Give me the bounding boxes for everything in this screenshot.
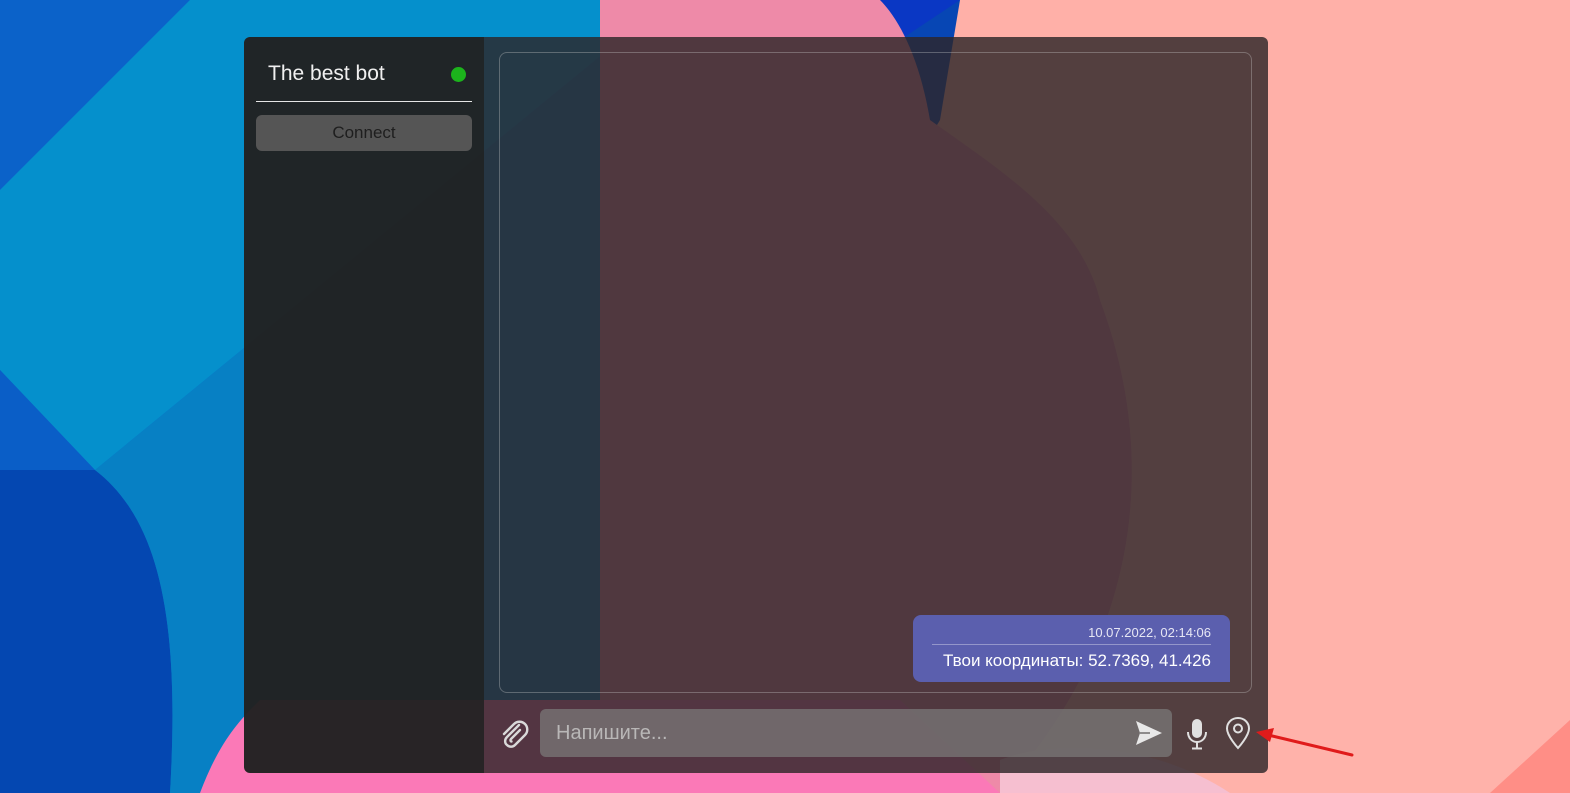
online-status-icon [451, 67, 466, 82]
bot-name: The best bot [268, 62, 385, 85]
message-input-container [540, 709, 1172, 757]
chat-window: The best bot Connect 10.07.2022, 02:14:0… [244, 37, 1268, 773]
message-text: Твои координаты: 52.7369, 41.426 [943, 651, 1211, 670]
microphone-icon[interactable] [1184, 717, 1210, 751]
message-list[interactable]: 10.07.2022, 02:14:06 Твои координаты: 52… [499, 52, 1252, 693]
message-input[interactable] [556, 709, 1116, 757]
composer-bar [484, 709, 1268, 757]
message-bubble-outgoing: 10.07.2022, 02:14:06 Твои координаты: 52… [913, 615, 1230, 682]
message-timestamp: 10.07.2022, 02:14:06 [932, 625, 1211, 645]
paperclip-icon[interactable] [497, 717, 531, 751]
map-pin-icon[interactable] [1224, 716, 1252, 750]
chat-pane: 10.07.2022, 02:14:06 Твои координаты: 52… [484, 37, 1268, 773]
sidebar: The best bot Connect [244, 37, 484, 773]
bot-header: The best bot [256, 37, 472, 102]
connect-button[interactable]: Connect [256, 115, 472, 151]
send-icon[interactable] [1134, 719, 1164, 747]
